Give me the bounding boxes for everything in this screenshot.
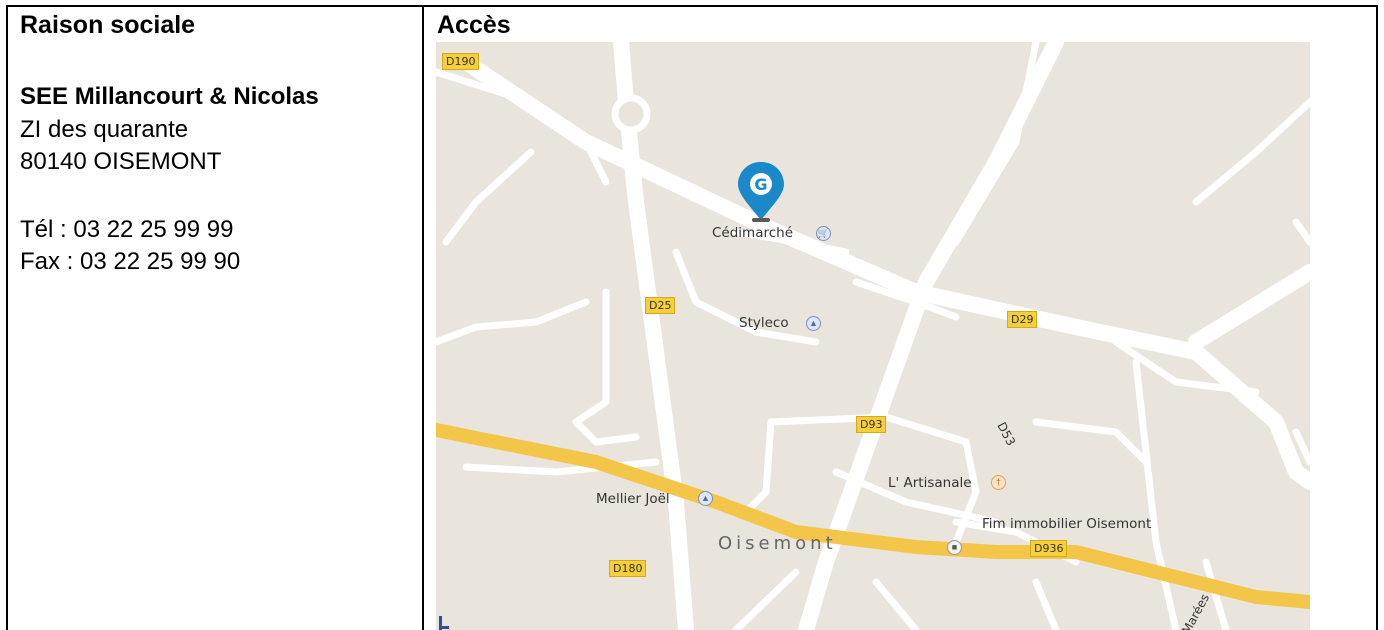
- address-line-2: 80140 OISEMONT: [20, 148, 222, 175]
- table-left-border: [6, 5, 8, 630]
- place-label-styleco: Styleco: [739, 315, 789, 331]
- place-label-artisanale: L' Artisanale: [888, 475, 972, 491]
- restaurant-icon: †: [991, 475, 1006, 490]
- table-right-border: [1376, 5, 1378, 630]
- road-label-d25: D25: [645, 297, 676, 314]
- info-table: Raison sociale Accès SEE Millancourt & N…: [0, 0, 1384, 630]
- address-line-1: ZI des quarante: [20, 116, 189, 143]
- road-label-d936: D936: [1030, 540, 1068, 557]
- shop-bag-icon: ▲: [806, 316, 821, 331]
- town-label-oisemont: Oisemont: [718, 533, 837, 554]
- road-label-d93: D93: [856, 416, 887, 433]
- phone-number: Tél : 03 22 25 99 99: [20, 216, 234, 243]
- place-label-mellier: Mellier Joël: [596, 491, 670, 507]
- access-map[interactable]: G D190 D25 D29 D93 D53 D180 D936 Cédimar…: [436, 42, 1310, 630]
- shop-bag-icon: ▲: [698, 491, 713, 506]
- table-top-border: [6, 5, 1378, 7]
- place-label-cedimarche: Cédimarché: [712, 225, 794, 241]
- header-acces: Accès: [437, 11, 511, 39]
- column-divider: [422, 5, 424, 630]
- company-name: SEE Millancourt & Nicolas: [20, 83, 319, 110]
- fax-number: Fax : 03 22 25 99 90: [20, 248, 241, 275]
- road-label-d190: D190: [442, 53, 480, 70]
- map-roads: G: [436, 42, 1310, 630]
- shopping-cart-icon: 🛒: [816, 226, 831, 241]
- road-label-d180: D180: [609, 560, 647, 577]
- office-icon: ■: [947, 540, 962, 555]
- road-label-d29: D29: [1007, 311, 1038, 328]
- svg-text:G: G: [754, 175, 767, 194]
- place-label-fim: Fim immobilier Oisemont: [982, 516, 1152, 532]
- header-raison-sociale: Raison sociale: [20, 11, 196, 39]
